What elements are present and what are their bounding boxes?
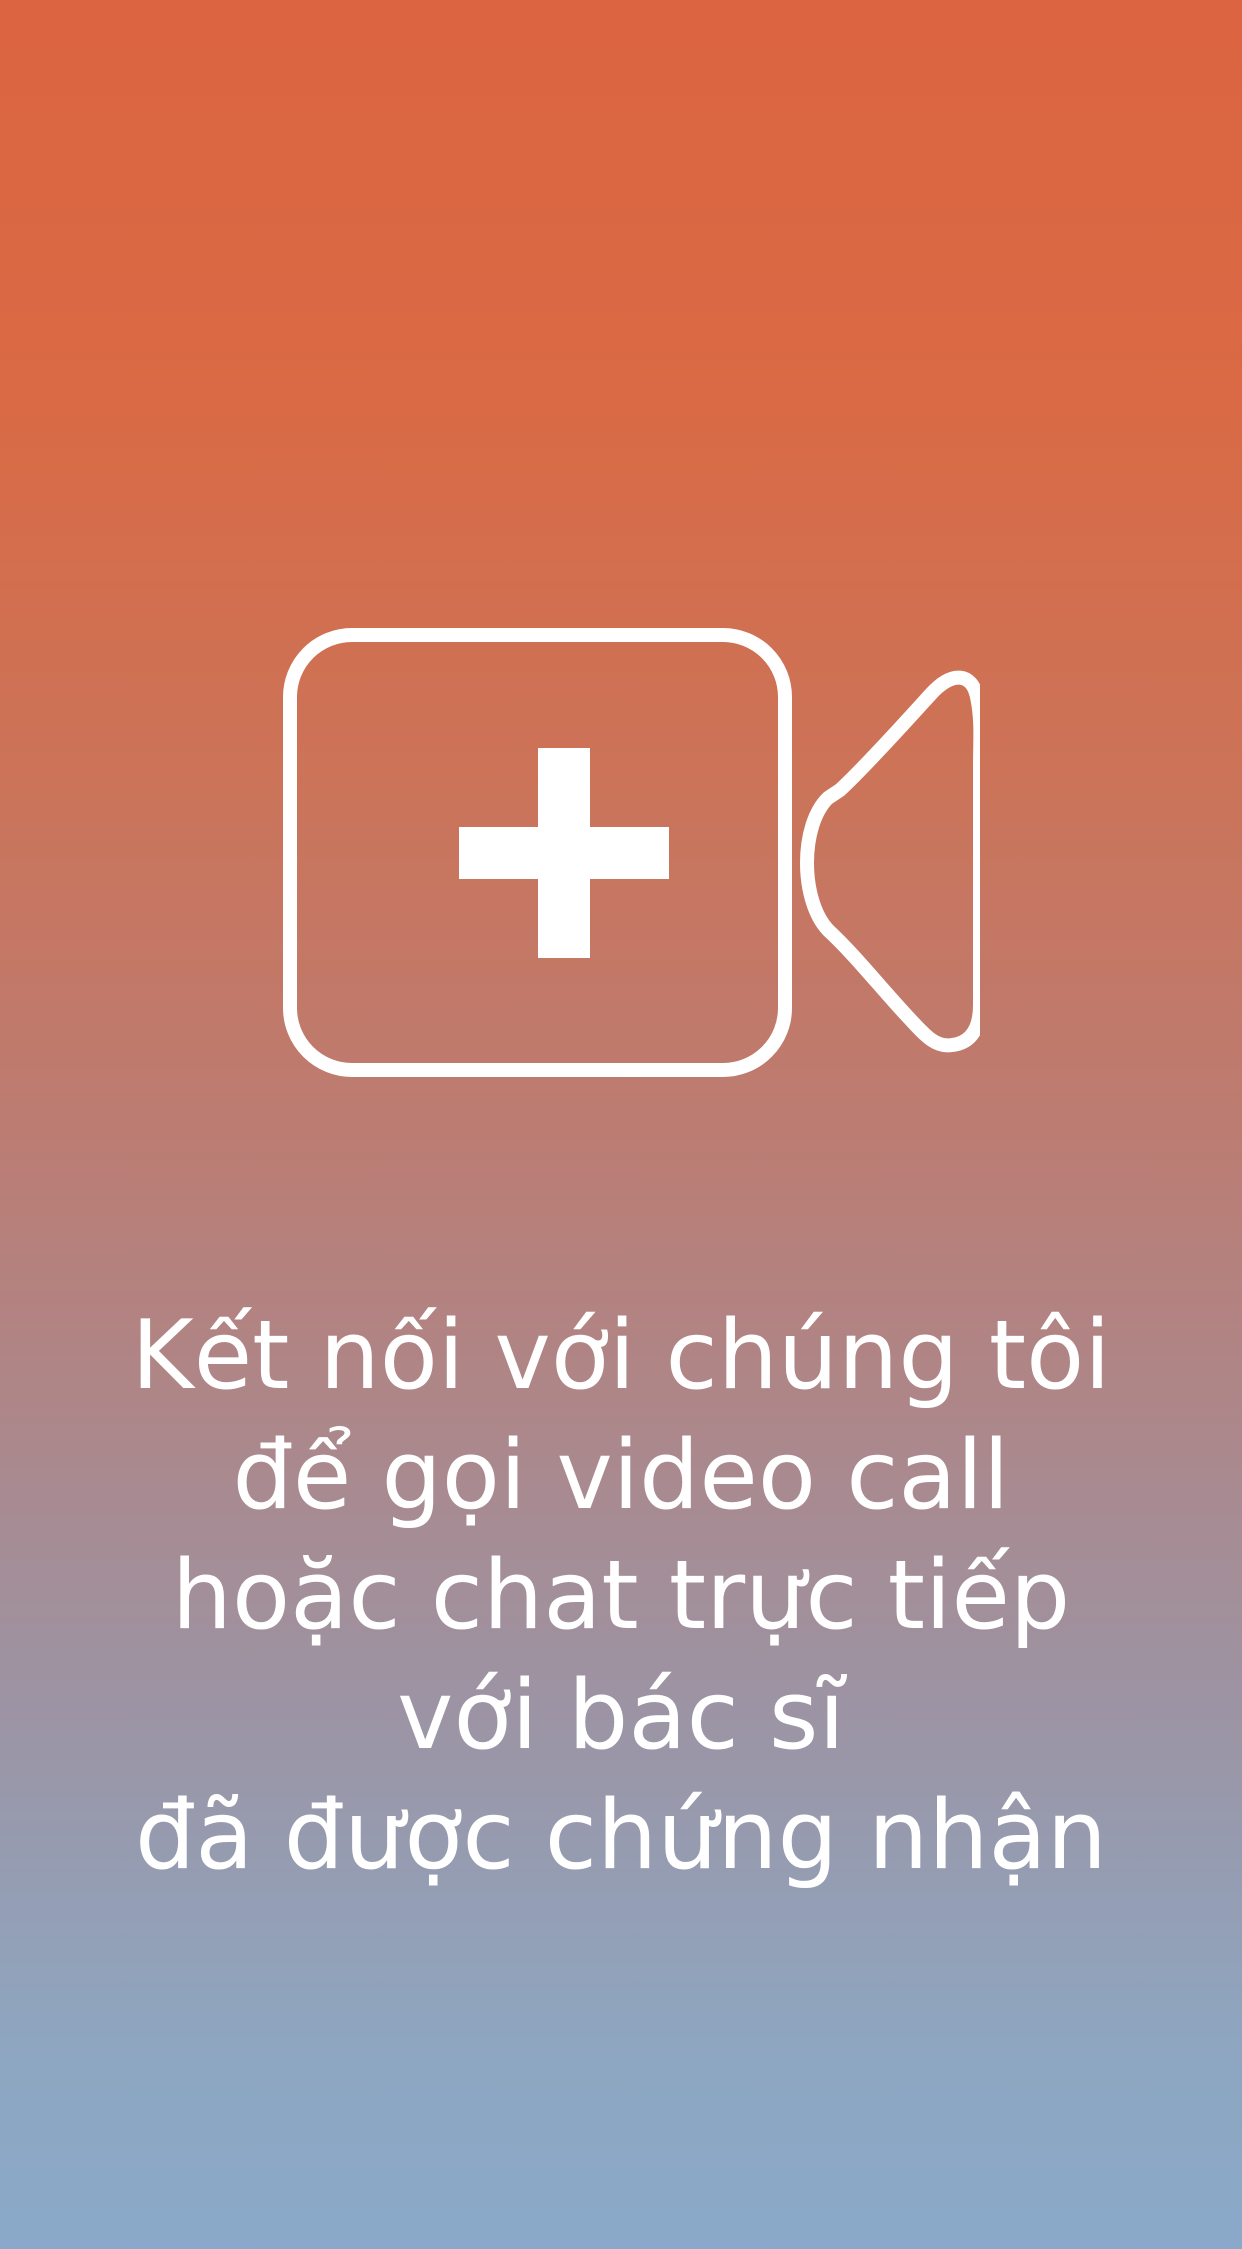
onboarding-message: Kết nối với chúng tôi để gọi video call … <box>60 1296 1182 1896</box>
message-line-3: hoặc chat trực tiếp <box>171 1541 1071 1651</box>
onboarding-screen: Kết nối với chúng tôi để gọi video call … <box>0 0 1242 2249</box>
plus-horizontal-bar <box>459 827 669 879</box>
video-camera-medical-cross-icon <box>283 628 980 1077</box>
message-line-4: với bác sĩ <box>397 1661 845 1771</box>
message-line-1: Kết nối với chúng tôi <box>131 1301 1111 1411</box>
message-line-2: để gọi video call <box>232 1421 1010 1531</box>
message-line-5: đã được chứng nhận <box>135 1781 1107 1891</box>
camera-lens-shape <box>800 670 980 1053</box>
video-call-icon <box>280 625 980 1080</box>
